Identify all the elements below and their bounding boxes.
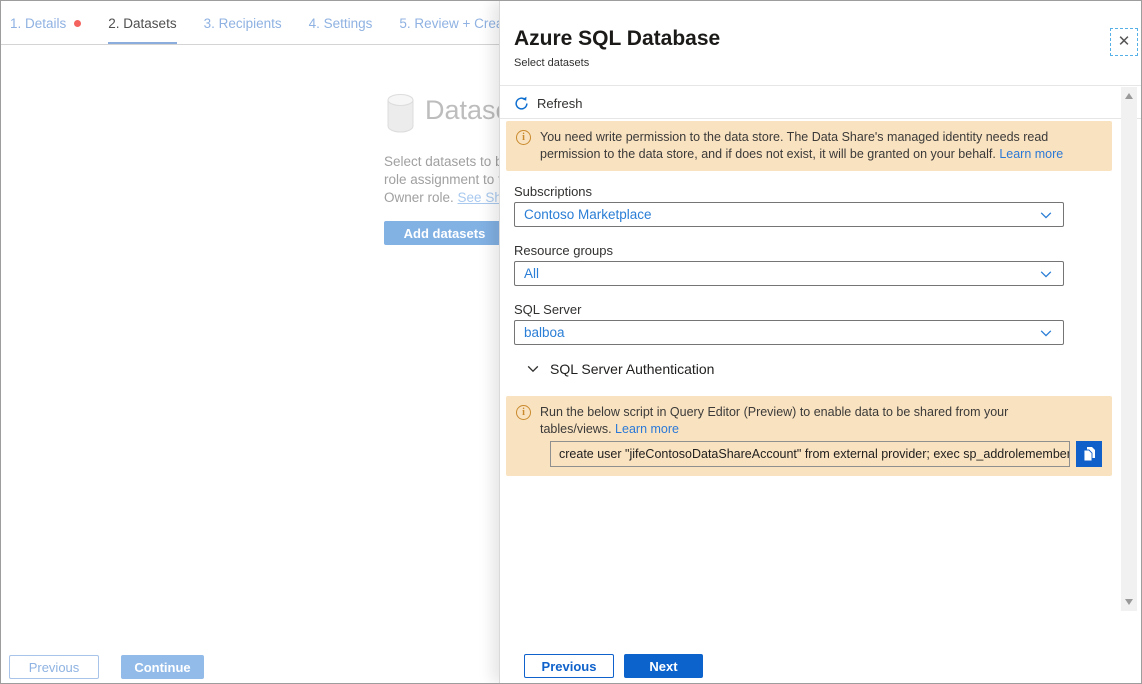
tab-datasets-label: 2. Datasets [108, 16, 176, 31]
tab-details[interactable]: 1. Details [10, 1, 81, 45]
chevron-down-icon [1039, 208, 1053, 222]
scroll-down-icon[interactable] [1125, 599, 1133, 605]
description-line: Owner role. See Sha [384, 189, 510, 207]
description-line: Select datasets to be [384, 153, 510, 171]
details-alert-dot-icon [74, 20, 81, 27]
wizard-previous-button[interactable]: Previous [9, 655, 99, 679]
panel-subtitle: Select datasets [514, 57, 589, 69]
sql-server-label: SQL Server [514, 302, 581, 317]
learn-more-link[interactable]: Learn more [999, 147, 1063, 161]
panel-scrollbar[interactable] [1121, 87, 1137, 611]
tab-settings-label: 4. Settings [309, 16, 373, 31]
chevron-down-icon [526, 362, 540, 376]
header-divider [500, 85, 1142, 86]
tab-recipients-label: 3. Recipients [204, 16, 282, 31]
run-script-banner: i Run the below script in Query Editor (… [506, 396, 1112, 476]
copy-button[interactable] [1076, 441, 1102, 467]
close-icon: ✕ [1118, 33, 1131, 50]
tabs-divider [1, 44, 499, 45]
learn-more-link[interactable]: Learn more [615, 422, 679, 436]
script-row: create user "jifeContosoDataShareAccount… [550, 441, 1102, 467]
panel-next-button[interactable]: Next [624, 654, 703, 678]
sql-server-value: balboa [524, 325, 1039, 340]
tab-details-label: 1. Details [10, 16, 66, 31]
refresh-icon [514, 96, 529, 111]
resource-groups-value: All [524, 266, 1039, 281]
refresh-label: Refresh [537, 96, 583, 111]
chevron-down-icon [1039, 267, 1053, 281]
tab-settings[interactable]: 4. Settings [309, 1, 373, 45]
panel-previous-button[interactable]: Previous [524, 654, 614, 678]
tab-review-create-label: 5. Review + Create [399, 16, 514, 31]
azure-sql-database-panel: Azure SQL Database Select datasets ✕ Ref… [499, 1, 1142, 683]
description-line: role assignment to t [384, 171, 510, 189]
tab-recipients[interactable]: 3. Recipients [204, 1, 282, 45]
wizard-step-tabs: 1. Details 2. Datasets 3. Recipients 4. … [1, 1, 499, 45]
panel-title: Azure SQL Database [514, 27, 720, 51]
run-script-text: Run the below script in Query Editor (Pr… [540, 404, 1020, 438]
scroll-up-icon[interactable] [1125, 93, 1133, 99]
app-window: 1. Details 2. Datasets 3. Recipients 4. … [0, 0, 1142, 684]
subscriptions-label: Subscriptions [514, 184, 592, 199]
tab-datasets[interactable]: 2. Datasets [108, 1, 176, 45]
subscriptions-dropdown[interactable]: Contoso Marketplace [514, 202, 1064, 227]
database-icon [385, 93, 416, 138]
close-button[interactable]: ✕ [1110, 28, 1138, 56]
tab-review-create[interactable]: 5. Review + Create [399, 1, 514, 45]
sql-server-authentication-expander[interactable]: SQL Server Authentication [526, 361, 714, 377]
wizard-continue-button[interactable]: Continue [121, 655, 204, 679]
permission-warning-banner: i You need write permission to the data … [506, 121, 1112, 171]
sql-server-authentication-label: SQL Server Authentication [550, 361, 714, 377]
info-icon: i [516, 405, 531, 420]
copy-icon [1081, 446, 1097, 462]
info-icon: i [516, 130, 531, 145]
resource-groups-label: Resource groups [514, 243, 613, 258]
refresh-button[interactable]: Refresh [514, 91, 583, 115]
permission-warning-text: You need write permission to the data st… [540, 129, 1102, 163]
subscriptions-value: Contoso Marketplace [524, 207, 1039, 222]
sql-server-dropdown[interactable]: balboa [514, 320, 1064, 345]
chevron-down-icon [1039, 326, 1053, 340]
datasets-description: Select datasets to be role assignment to… [384, 153, 510, 207]
toolbar-divider [500, 118, 1142, 119]
script-textbox[interactable]: create user "jifeContosoDataShareAccount… [550, 441, 1070, 467]
resource-groups-dropdown[interactable]: All [514, 261, 1064, 286]
add-datasets-button[interactable]: Add datasets [384, 221, 505, 245]
